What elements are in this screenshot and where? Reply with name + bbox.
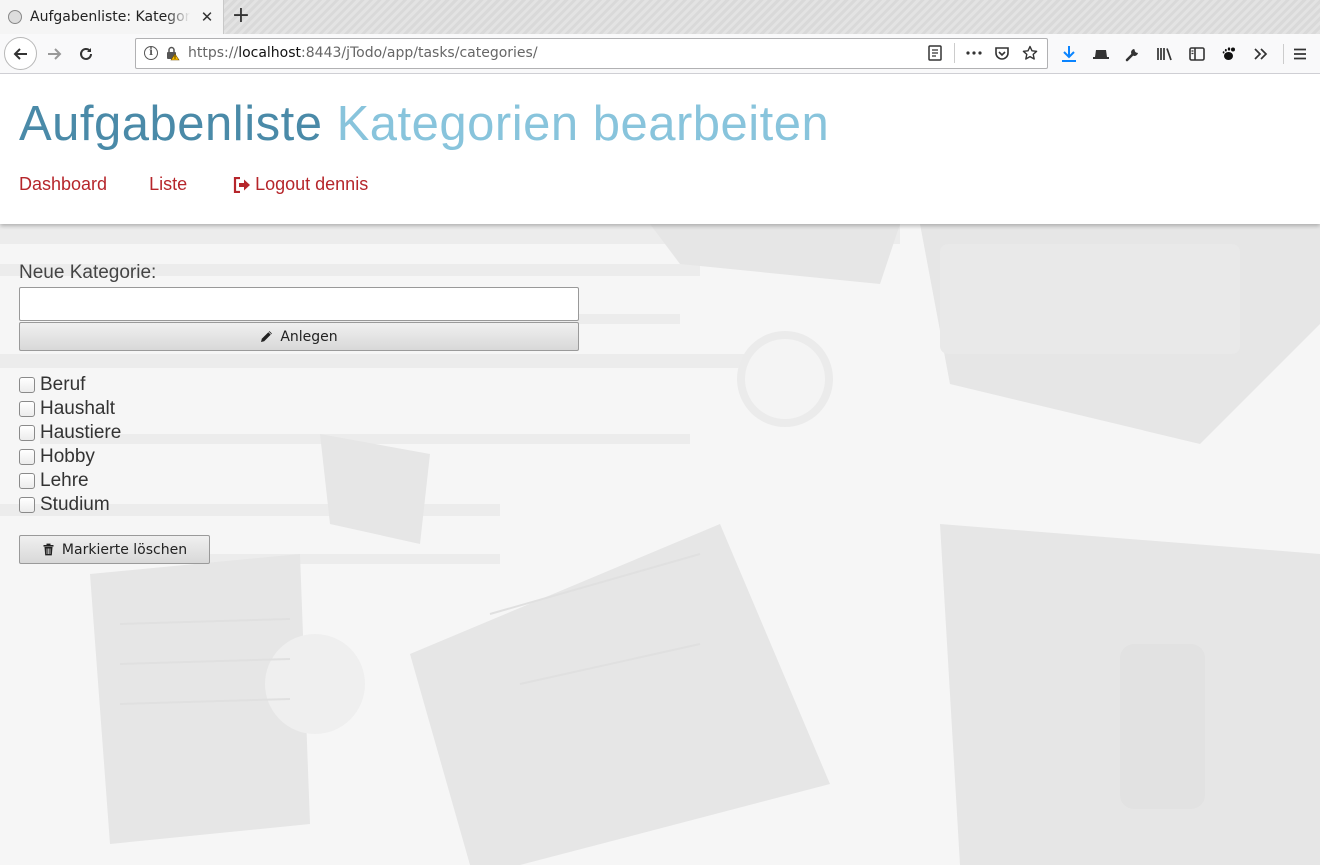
category-checkbox[interactable] bbox=[19, 473, 35, 489]
back-button[interactable] bbox=[4, 37, 37, 70]
new-category-input[interactable] bbox=[19, 287, 579, 321]
extension-icon[interactable] bbox=[1090, 43, 1112, 65]
overflow-icon[interactable] bbox=[1250, 43, 1272, 65]
tab-title: Aufgabenliste: Kategorien bearbeiten bbox=[30, 9, 190, 25]
category-checkbox[interactable] bbox=[19, 449, 35, 465]
page-favicon-icon bbox=[8, 10, 22, 24]
reader-view-icon[interactable] bbox=[926, 43, 944, 63]
reload-button[interactable] bbox=[74, 40, 98, 68]
bookmark-star-icon[interactable] bbox=[1021, 43, 1039, 63]
tab-bar: Aufgabenliste: Kategorien bearbeiten ✕ + bbox=[0, 0, 1320, 34]
pencil-icon bbox=[261, 331, 273, 342]
new-category-label: Neue Kategorie: bbox=[19, 262, 157, 283]
site-info-icon[interactable]: i bbox=[144, 46, 158, 60]
category-label: Haushalt bbox=[40, 398, 115, 419]
menu-icon[interactable] bbox=[1290, 43, 1310, 65]
category-item-hobby: Hobby bbox=[19, 445, 579, 469]
category-label: Beruf bbox=[40, 374, 86, 395]
trash-icon bbox=[43, 543, 54, 556]
browser-toolbar: i https://localhost:8443/jTodo/app/tasks… bbox=[0, 34, 1320, 74]
gnome-icon[interactable] bbox=[1218, 43, 1240, 65]
delete-button-label: Markierte löschen bbox=[61, 541, 188, 558]
url-bar-actions bbox=[926, 43, 1039, 63]
nav-dashboard-link[interactable]: Dashboard bbox=[19, 174, 107, 195]
page-actions-icon[interactable] bbox=[965, 43, 983, 63]
toolbar-icons bbox=[1058, 43, 1272, 65]
url-path: :8443/jTodo/app/tasks/categories/ bbox=[301, 45, 538, 61]
download-icon[interactable] bbox=[1058, 43, 1080, 65]
page-subtitle: Kategorien bearbeiten bbox=[336, 97, 830, 151]
category-checkbox[interactable] bbox=[19, 425, 35, 441]
nav-liste-link[interactable]: Liste bbox=[149, 174, 187, 195]
category-item-haustiere: Haustiere bbox=[19, 421, 579, 445]
back-icon bbox=[13, 47, 27, 60]
reload-icon bbox=[80, 47, 92, 60]
logout-icon bbox=[233, 176, 251, 193]
app-title: Aufgabenliste bbox=[19, 97, 323, 151]
forward-icon bbox=[48, 48, 62, 60]
page-body: Aufgabenliste Kategorien bearbeiten Dash… bbox=[0, 74, 1320, 865]
library-icon[interactable] bbox=[1154, 43, 1176, 65]
site-header: Aufgabenliste Kategorien bearbeiten Dash… bbox=[0, 74, 1320, 224]
url-host: localhost bbox=[238, 45, 302, 61]
category-item-studium: Studium bbox=[19, 493, 579, 517]
main-nav: Dashboard Liste Logout dennis bbox=[19, 174, 368, 195]
category-item-beruf: Beruf bbox=[19, 373, 579, 397]
category-list: Beruf Haushalt Haustiere Hobby Lehre Stu… bbox=[19, 373, 579, 517]
category-form: Neue Kategorie: Anlegen Beruf Haushalt H… bbox=[19, 262, 579, 564]
category-item-haushalt: Haushalt bbox=[19, 397, 579, 421]
browser-tab[interactable]: Aufgabenliste: Kategorien bearbeiten ✕ bbox=[0, 0, 224, 34]
url-scheme: https:// bbox=[188, 45, 239, 61]
category-label: Hobby bbox=[40, 446, 95, 467]
category-checkbox[interactable] bbox=[19, 401, 35, 417]
category-label: Lehre bbox=[40, 470, 89, 491]
insecure-lock-icon[interactable] bbox=[164, 45, 180, 61]
delete-marked-button[interactable]: Markierte löschen bbox=[19, 535, 210, 564]
url-text: https://localhost:8443/jTodo/app/tasks/c… bbox=[188, 45, 538, 61]
sidebar-icon[interactable] bbox=[1186, 43, 1208, 65]
category-label: Studium bbox=[40, 494, 110, 515]
new-tab-button[interactable]: + bbox=[230, 4, 252, 28]
close-tab-icon[interactable]: ✕ bbox=[199, 9, 215, 25]
forward-button[interactable] bbox=[42, 40, 66, 68]
url-bar[interactable]: i https://localhost:8443/jTodo/app/tasks… bbox=[135, 38, 1048, 69]
nav-logout-link[interactable]: Logout dennis bbox=[233, 174, 368, 195]
create-button[interactable]: Anlegen bbox=[19, 322, 579, 351]
page-title: Aufgabenliste Kategorien bearbeiten bbox=[19, 96, 829, 152]
category-label: Haustiere bbox=[40, 422, 122, 443]
toolbar-separator bbox=[1283, 44, 1284, 64]
pocket-icon[interactable] bbox=[993, 43, 1011, 63]
url-separator bbox=[954, 43, 955, 63]
create-button-label: Anlegen bbox=[280, 328, 338, 345]
tools-wrench-icon[interactable] bbox=[1122, 43, 1144, 65]
nav-logout-label: Logout dennis bbox=[255, 174, 369, 194]
category-item-lehre: Lehre bbox=[19, 469, 579, 493]
category-checkbox[interactable] bbox=[19, 377, 35, 393]
category-checkbox[interactable] bbox=[19, 497, 35, 513]
